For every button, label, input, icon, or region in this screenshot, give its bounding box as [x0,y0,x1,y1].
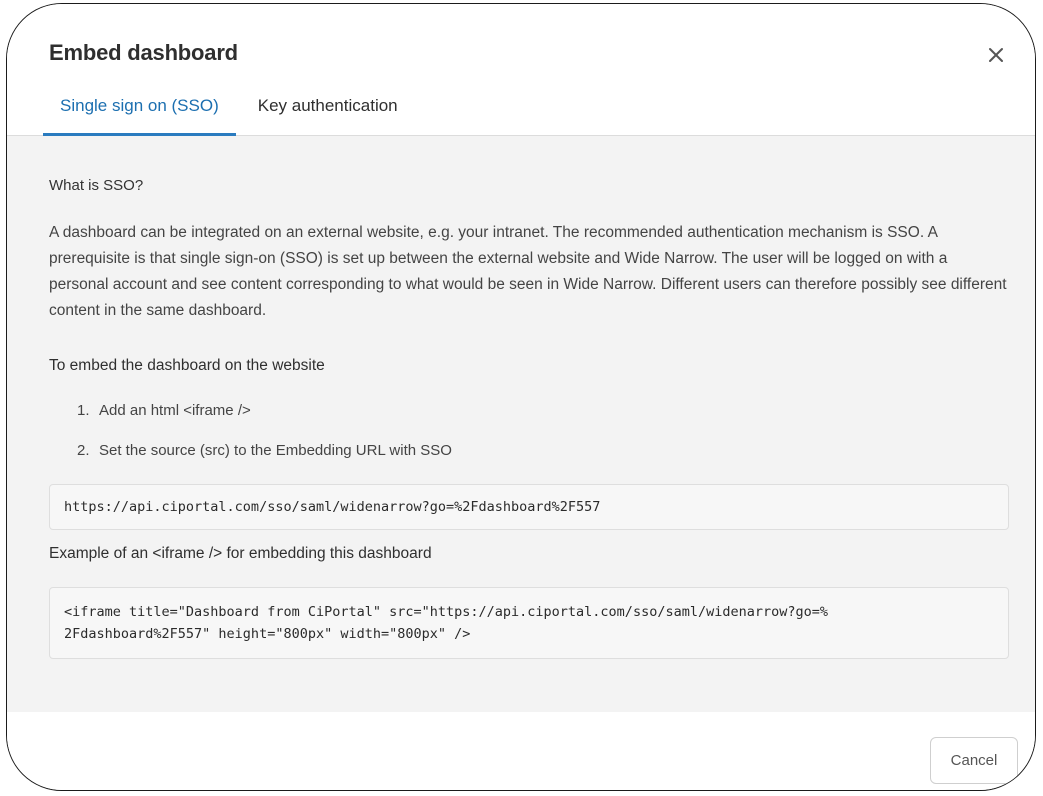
dialog-body: What is SSO? A dashboard can be integrat… [7,136,1035,712]
close-icon[interactable] [983,42,1009,68]
dialog-header: Embed dashboard Single sign on (SSO) Key… [7,4,1035,136]
list-item: 1. Add an html <iframe /> [77,402,452,442]
iframe-example-heading: Example of an <iframe /> for embedding t… [49,545,432,562]
what-is-sso-heading: What is SSO? [49,177,144,194]
cancel-button[interactable]: Cancel [930,737,1018,784]
code-line: 2Fdashboard%2F557" height="800px" width=… [64,626,471,642]
embed-steps-list: 1. Add an html <iframe /> 2. Set the sourc… [77,402,452,482]
step-number: 1. [77,402,90,419]
dialog-footer: Cancel [7,712,1035,790]
iframe-code-block[interactable]: <iframe title="Dashboard from CiPortal" … [49,587,1009,659]
sso-description: A dashboard can be integrated on an exte… [49,224,1007,319]
step-text: Add an html <iframe /> [99,402,251,419]
tab-single-sign-on[interactable]: Single sign on (SSO) [43,88,236,136]
list-item: 2. Set the source (src) to the Embedding … [77,442,452,482]
embedding-url-field[interactable]: https://api.ciportal.com/sso/saml/widena… [49,484,1009,530]
tab-key-authentication[interactable]: Key authentication [241,88,415,135]
tab-bar: Single sign on (SSO) Key authentication [43,88,415,136]
code-line: <iframe title="Dashboard from CiPortal" … [64,604,829,620]
embed-dashboard-dialog: Embed dashboard Single sign on (SSO) Key… [6,3,1036,791]
step-text: Set the source (src) to the Embedding UR… [99,442,452,459]
dialog-title: Embed dashboard [49,40,238,65]
embed-instructions-heading: To embed the dashboard on the website [49,357,325,374]
step-number: 2. [77,442,90,459]
